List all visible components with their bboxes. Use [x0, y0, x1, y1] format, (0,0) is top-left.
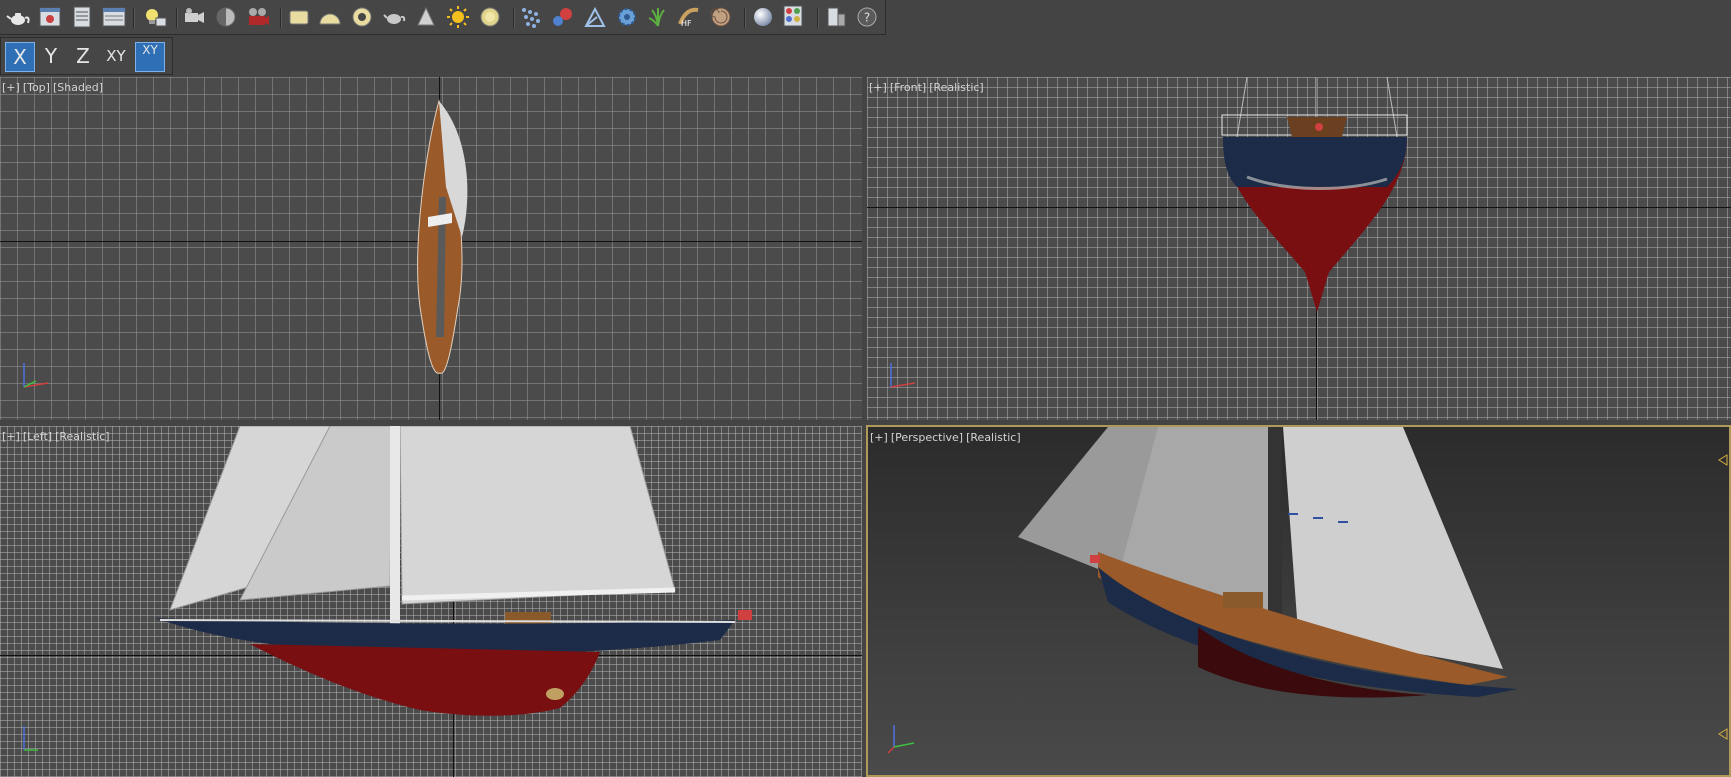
viewport-shading-menu[interactable]: [Realistic]	[966, 431, 1021, 444]
cone-icon[interactable]	[414, 5, 438, 29]
viewport-plus-menu[interactable]: [+]	[870, 431, 888, 444]
render-setup-icon[interactable]	[38, 5, 62, 29]
viewport-left[interactable]: [+] [Left] [Realistic]	[0, 426, 862, 777]
viewport-shading-menu[interactable]: [Realistic]	[55, 430, 110, 443]
viewport-view-menu[interactable]: [Top]	[23, 81, 50, 94]
torus-icon[interactable]	[350, 5, 374, 29]
viewport-perspective[interactable]: [+] [Perspective] [Realistic]	[866, 425, 1731, 777]
particles-icon[interactable]	[520, 5, 544, 29]
viewport-view-menu[interactable]: [Front]	[890, 81, 926, 94]
yacht-side-view	[155, 426, 752, 716]
viewport-plus-menu[interactable]: [+]	[869, 81, 887, 94]
viewport-label-top[interactable]: [+] [Top] [Shaded]	[2, 81, 106, 94]
viewport-view-menu[interactable]: [Left]	[23, 430, 52, 443]
yacht-front-view	[1221, 77, 1408, 312]
viewport-label-left[interactable]: [+] [Left] [Realistic]	[2, 430, 113, 443]
axis-z-button[interactable]: Z	[69, 42, 97, 70]
main-toolbar: HF ?	[0, 0, 886, 35]
video-camera-icon[interactable]	[246, 5, 270, 29]
viewport-front[interactable]: [+] [Front] [Realistic]	[867, 77, 1731, 420]
axis-constraints-toolbar: X Y Z XY XY	[0, 37, 173, 75]
atoms-icon[interactable]	[551, 5, 575, 29]
svg-text:HF: HF	[681, 19, 692, 28]
svg-text:?: ?	[864, 11, 870, 25]
light-lister-icon[interactable]	[143, 5, 167, 29]
axis-xy-button[interactable]: XY	[101, 42, 131, 70]
help-icon[interactable]: ?	[855, 5, 879, 29]
viewport-shading-menu[interactable]: [Shaded]	[53, 81, 103, 94]
axis-xy-snap-label: XY	[142, 43, 158, 57]
viewport-label-front[interactable]: [+] [Front] [Realistic]	[869, 81, 987, 94]
rendered-frame-icon[interactable]	[70, 5, 94, 29]
box-icon[interactable]	[287, 5, 311, 29]
render-production-icon[interactable]	[102, 5, 126, 29]
axis-tripod-icon	[23, 363, 49, 388]
teapot-small-icon[interactable]	[382, 5, 406, 29]
grass-icon[interactable]	[646, 5, 670, 29]
gear-icon[interactable]	[615, 5, 639, 29]
crumple-icon[interactable]	[583, 5, 607, 29]
axis-tripod-icon	[23, 726, 38, 751]
scene-explorer-icon[interactable]	[824, 5, 848, 29]
viewport-shading-menu[interactable]: [Realistic]	[929, 81, 984, 94]
teapot-icon[interactable]	[6, 5, 30, 29]
viewport-plus-menu[interactable]: [+]	[2, 81, 20, 94]
viewport-plus-menu[interactable]: [+]	[2, 430, 20, 443]
material-sphere-icon[interactable]	[751, 5, 775, 29]
disc-icon[interactable]	[478, 5, 502, 29]
axis-x-button[interactable]: X	[5, 42, 35, 72]
axis-xy-snap-button[interactable]: XY	[135, 42, 165, 72]
axis-y-button[interactable]: Y	[37, 42, 65, 70]
hemisphere-icon[interactable]	[318, 5, 342, 29]
viewport-label-perspective[interactable]: [+] [Perspective] [Realistic]	[870, 431, 1024, 444]
yacht-perspective-view	[1018, 427, 1518, 698]
viewport-top[interactable]: [+] [Top] [Shaded]	[0, 77, 862, 420]
sphere-half-icon[interactable]	[214, 5, 238, 29]
viewport-view-menu[interactable]: [Perspective]	[891, 431, 963, 444]
shell-icon[interactable]	[709, 5, 733, 29]
sun-icon[interactable]	[446, 5, 470, 29]
material-editor-icon[interactable]	[783, 5, 807, 29]
axis-tripod-icon	[887, 725, 915, 754]
scroll-markers	[1718, 454, 1728, 740]
camera-icon[interactable]	[182, 5, 206, 29]
yacht-top-view	[417, 99, 468, 374]
axis-tripod-icon	[890, 363, 916, 388]
hf-icon[interactable]: HF	[677, 5, 701, 29]
